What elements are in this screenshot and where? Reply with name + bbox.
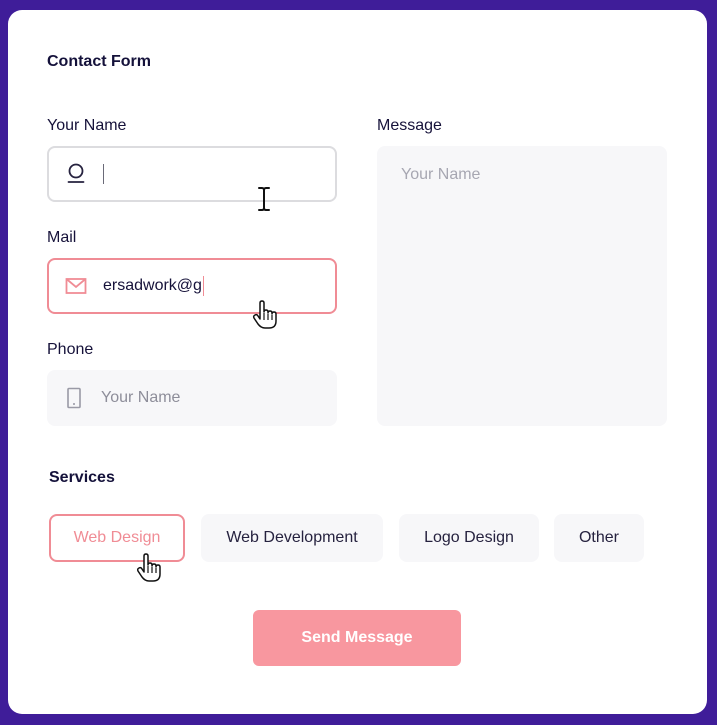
name-input[interactable] [47, 146, 337, 202]
services-title: Services [49, 469, 115, 486]
contact-form-card: Contact Form Your Name Mail ersadwork@g … [8, 10, 707, 714]
service-chip-web-development[interactable]: Web Development [201, 514, 383, 562]
phone-input[interactable]: Your Name [47, 370, 337, 426]
mail-icon [49, 260, 103, 312]
phone-icon [47, 370, 101, 426]
service-chip-logo-design[interactable]: Logo Design [399, 514, 539, 562]
mail-label: Mail [47, 229, 77, 246]
send-message-button[interactable]: Send Message [253, 610, 461, 666]
message-placeholder: Your Name [401, 166, 481, 183]
mail-input-value: ersadwork@g [103, 277, 202, 294]
message-textarea[interactable]: Your Name [377, 146, 667, 426]
phone-input-placeholder: Your Name [101, 389, 181, 406]
phone-label: Phone [47, 341, 94, 358]
service-chip-web-design[interactable]: Web Design [49, 514, 185, 562]
text-cursor-icon [258, 187, 270, 211]
hand-pointer-icon [252, 300, 277, 329]
form-title: Contact Form [47, 53, 151, 70]
service-chip-other[interactable]: Other [554, 514, 644, 562]
name-label: Your Name [47, 117, 127, 134]
message-label: Message [377, 117, 442, 134]
user-icon [49, 148, 103, 200]
mail-input[interactable]: ersadwork@g [47, 258, 337, 314]
hand-pointer-icon [136, 553, 161, 582]
text-caret [202, 276, 204, 296]
text-caret [103, 164, 104, 184]
